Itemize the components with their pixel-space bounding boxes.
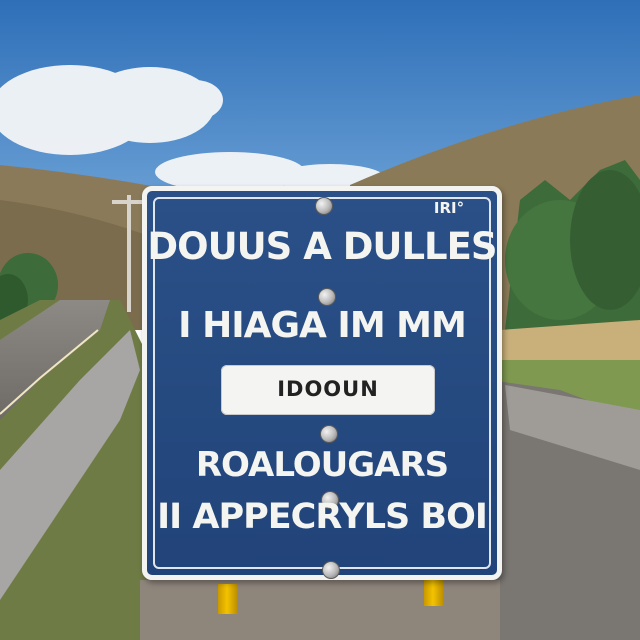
- sign-line-3: ROALOUGARS: [195, 445, 449, 485]
- pole-crossarm: [112, 200, 146, 204]
- right-sign-post: [424, 576, 444, 606]
- sign-line-4: II APPECRYLS BOI: [157, 497, 488, 537]
- bolt-icon: [322, 561, 340, 579]
- road-sign: IRI° DOUUS A DULLES I HIAGA IM MM IDOOUN…: [142, 186, 502, 580]
- bolt-icon: [315, 197, 333, 215]
- foreground-ground: [140, 580, 500, 640]
- sign-name-plate: IDOOUN: [221, 365, 435, 415]
- sign-line-1: DOUUS A DULLES: [147, 225, 497, 268]
- bolt-icon: [318, 288, 336, 306]
- bolt-icon: [320, 425, 338, 443]
- sign-line-2: I HIAGA IM MM: [178, 305, 467, 346]
- sign-corner-tag: IRI°: [433, 199, 465, 217]
- pole: [127, 195, 131, 312]
- left-sign-post: [218, 584, 238, 614]
- sign-plate-text: IDOOUN: [277, 377, 379, 401]
